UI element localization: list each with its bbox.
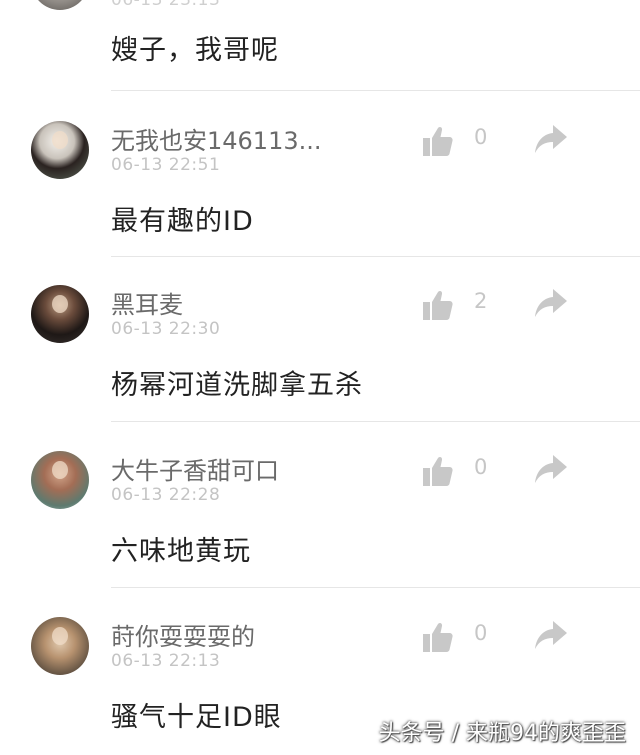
username[interactable]: 大牛子香甜可口 (111, 451, 279, 486)
thumbs-up-icon[interactable] (420, 453, 456, 489)
avatar-face (52, 131, 68, 149)
comment-time: 06-13 22:13 (111, 651, 221, 671)
comment-time: 06-13 22:28 (111, 485, 221, 505)
like-count: 0 (474, 621, 488, 645)
comment-item: 大牛子香甜可口 06-13 22:28 六味地黄玩 0 (0, 421, 640, 587)
share-arrow-icon[interactable] (533, 285, 569, 321)
thumbs-up-icon[interactable] (420, 619, 456, 655)
avatar[interactable] (31, 0, 89, 10)
avatar[interactable] (31, 285, 89, 343)
username[interactable]: 莳你耍耍耍的 (111, 617, 255, 652)
comment-time: 06-13 22:51 (111, 155, 221, 175)
comment-text: 嫂子，我哥呢 (111, 35, 279, 66)
comment-item: 无我也安146113... 06-13 22:51 最有趣的ID 0 (0, 91, 640, 257)
share-arrow-icon[interactable] (533, 617, 569, 653)
comment-text: 最有趣的ID (111, 206, 254, 237)
comment-text: 杨幂河道洗脚拿五杀 (111, 370, 363, 401)
avatar[interactable] (31, 617, 89, 675)
comment-text: 骚气十足ID眼 (111, 702, 282, 733)
username[interactable]: 无我也安146113... (111, 121, 322, 156)
avatar[interactable] (31, 121, 89, 179)
thumbs-up-icon[interactable] (420, 287, 456, 323)
like-count: 2 (474, 289, 488, 313)
share-arrow-icon[interactable] (533, 121, 569, 157)
username[interactable]: 黑耳麦 (111, 285, 183, 320)
share-arrow-icon[interactable] (533, 451, 569, 487)
avatar-face (52, 295, 68, 313)
comment-time: 06-13 22:30 (111, 319, 221, 339)
like-count: 0 (474, 455, 488, 479)
comment-time: 06-13 23:13 (111, 0, 221, 10)
comment-list-screen: 06-13 23:13 嫂子，我哥呢 无我也安146113... 06-13 2… (0, 0, 640, 755)
avatar-face (52, 627, 68, 645)
comment-item: 黑耳麦 06-13 22:30 杨幂河道洗脚拿五杀 2 (0, 255, 640, 421)
comment-text: 六味地黄玩 (111, 536, 251, 567)
watermark: 头条号 / 来瓶94的爽歪歪 (378, 721, 626, 746)
avatar-face (52, 461, 68, 479)
like-count: 0 (474, 125, 488, 149)
thumbs-up-icon[interactable] (420, 123, 456, 159)
avatar[interactable] (31, 451, 89, 509)
